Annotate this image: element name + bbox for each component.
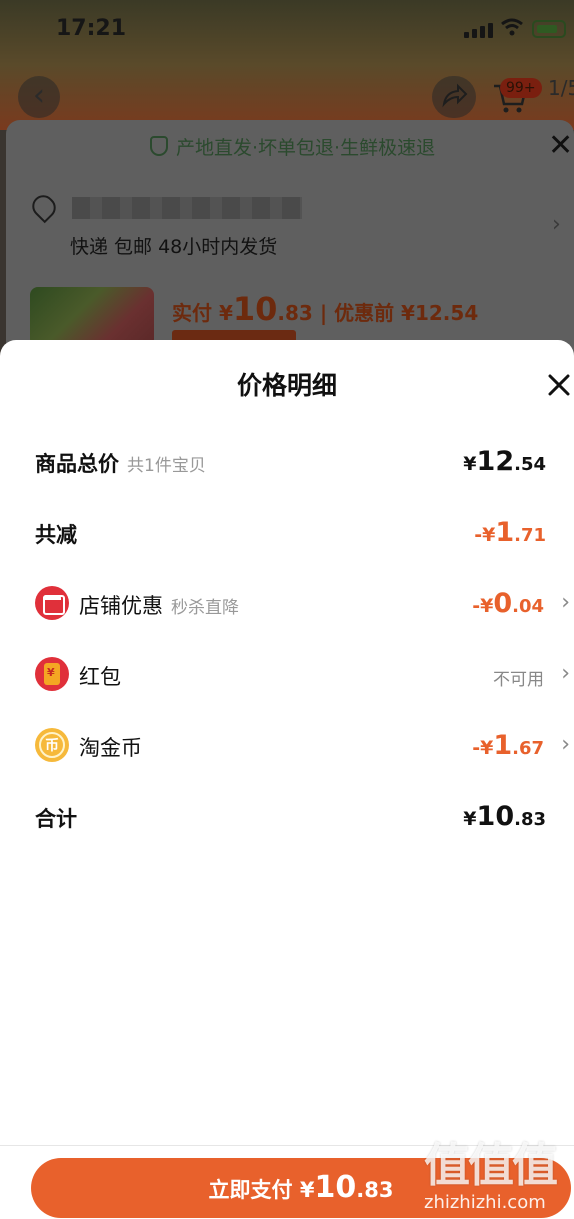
signal-icon [464,22,494,38]
row-value: ¥10.83 [463,801,546,832]
coin-icon [35,728,69,762]
row-value: 不可用 [493,670,544,690]
row-label: 淘金币 [79,736,142,760]
row-value: ¥12.54 [463,446,546,477]
value-int: 1 [493,730,513,761]
divider [0,1145,574,1146]
address-blurred[interactable] [72,197,302,219]
row-value: -¥0.04 [472,588,544,619]
value-dec: .83 [514,809,546,830]
price-sep: | [312,301,335,325]
value-dec: .71 [514,525,546,546]
value-int: 0 [493,588,513,619]
guarantee-text: 产地直发·坏单包退·生鲜极速退 [176,137,436,159]
row-value: -¥1.71 [474,517,546,548]
product-nav: ‹ 99+ 1/5 [0,70,574,120]
value-currency: -¥ [472,737,494,759]
value-int: 1 [495,517,515,548]
wifi-icon [501,18,523,36]
row-value: -¥1.67 [472,730,544,761]
row-label: 红包 [79,665,121,689]
status-bar: 17:21 [0,0,574,60]
chevron-right-icon: › [561,661,570,686]
pay-label: 立即支付 ¥ [208,1178,315,1202]
share-icon[interactable] [432,76,476,118]
value-int: 10 [476,801,515,832]
value-currency: ¥ [463,808,477,830]
pay-dec: .83 [356,1178,394,1202]
chevron-right-icon: › [561,590,570,615]
product-thumbnail [30,287,154,347]
row-sub: 秒杀直降 [171,598,239,618]
pay-now-button[interactable]: 立即支付 ¥10.83 [31,1158,571,1218]
row-taojinbi[interactable]: 淘金币 -¥1.67 › [0,726,574,766]
shipping-info: 快递 包邮 48小时内发货 [70,236,278,258]
shop-icon [35,586,69,620]
close-icon[interactable]: ✕ [548,130,573,162]
price-int: 10 [232,290,278,328]
row-label: 商品总价 共1件宝贝 [35,448,206,478]
close-icon[interactable] [544,370,574,400]
value-int: 12 [476,446,515,477]
value-currency: -¥ [472,595,494,617]
price-label: 实付 ¥ [172,301,233,325]
row-goods-total: 商品总价 共1件宝贝 ¥12.54 [0,442,574,482]
cart-badge: 99+ [500,78,542,98]
value-dec: .04 [512,596,544,617]
image-counter: 1/5 [548,76,574,100]
product-price: 实付 ¥10.83 | 优惠前 ¥12.54 [172,290,478,328]
row-label-text: 商品总价 [35,452,119,476]
row-shop-discount[interactable]: 店铺优惠 秒杀直降 -¥0.04 › [0,584,574,624]
row-label: 店铺优惠 秒杀直降 [79,590,239,620]
value-currency: -¥ [474,524,496,546]
row-subtotal: 合计 ¥10.83 [0,797,574,837]
row-label: 合计 [35,807,77,831]
sheet-title: 价格明细 [236,371,337,400]
battery-icon [532,20,566,38]
pay-int: 10 [314,1170,357,1205]
value-currency: ¥ [463,453,477,475]
chevron-right-icon: › [561,732,570,757]
price-dec: .83 [277,301,313,325]
back-icon[interactable]: ‹ [18,76,60,118]
value-dec: .67 [512,738,544,759]
row-total-discount: 共减 -¥1.71 [0,513,574,553]
row-label: 共减 [35,523,77,547]
row-sub: 共1件宝贝 [127,456,206,476]
price-before: 优惠前 ¥12.54 [334,301,479,325]
row-hongbao[interactable]: 红包 不可用 › [0,655,574,695]
hongbao-icon [35,657,69,691]
status-time: 17:21 [56,16,127,41]
price-detail-sheet: 价格明细 商品总价 共1件宝贝 ¥12.54 共减 -¥1.71 店铺优惠 秒杀直降… [0,340,574,1219]
chevron-right-icon: › [552,212,561,237]
row-label-text: 店铺优惠 [79,594,163,618]
value-dec: .54 [514,454,546,475]
